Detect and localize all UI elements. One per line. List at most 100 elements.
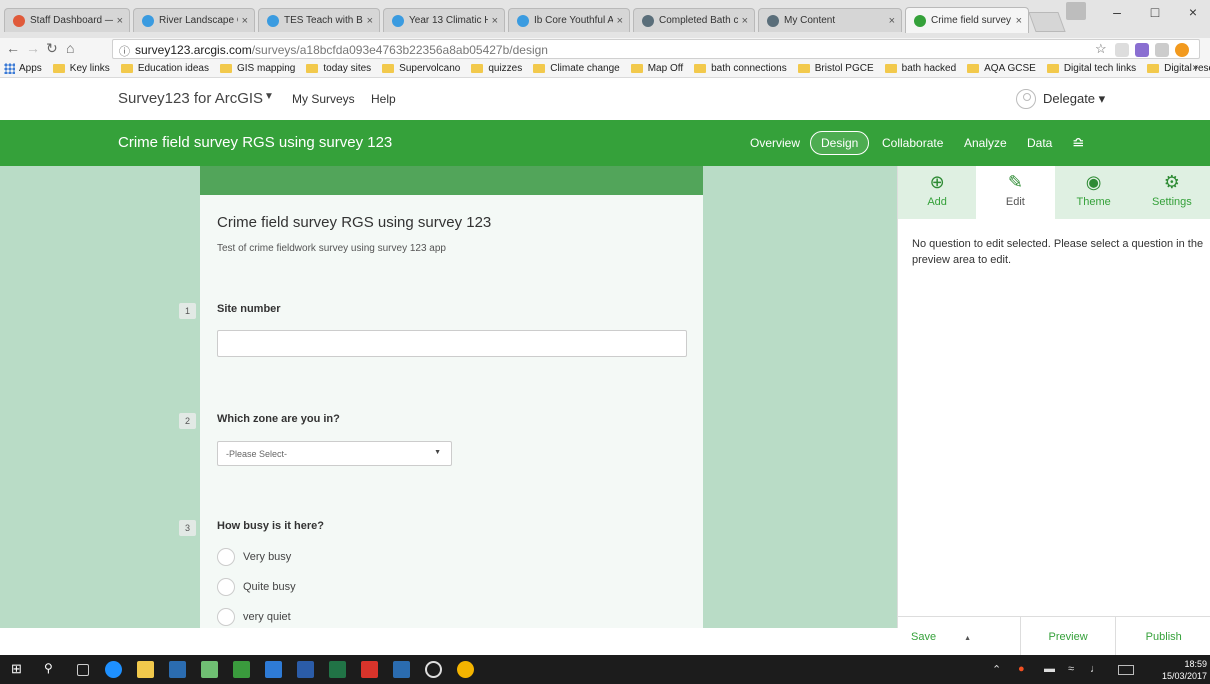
tab-close-icon[interactable]: × [492, 15, 498, 27]
browser-tab[interactable]: TES Teach with Ble × [258, 8, 380, 32]
media-player-icon[interactable] [425, 661, 442, 678]
form-title[interactable]: Crime field survey RGS using survey 123 [217, 214, 491, 231]
bookmark-folder[interactable]: Key links [52, 63, 110, 74]
wifi-icon[interactable]: ≈ [1068, 663, 1074, 675]
app-brand[interactable]: Survey123 for ArcGIS [118, 90, 263, 107]
radio-button[interactable] [217, 578, 235, 596]
excel-icon[interactable] [329, 661, 346, 678]
bookmark-folder[interactable]: AQA GCSE [967, 63, 1036, 74]
browser-tab[interactable]: Ib Core Youthful A × [508, 8, 630, 32]
bookmark-folder[interactable]: quizzes [471, 63, 522, 74]
tray-expand-icon[interactable]: ⌃ [992, 663, 1001, 676]
tab-close-icon[interactable]: × [742, 15, 748, 27]
extension-icon[interactable] [1115, 43, 1129, 57]
bookmark-folder[interactable]: Education ideas [120, 63, 209, 74]
tab-data[interactable]: Data [1027, 136, 1052, 150]
url-bar[interactable]: ⓘ survey123.arcgis.com/surveys/a18bcfda0… [112, 39, 1200, 59]
tab-collaborate[interactable]: Collaborate [882, 136, 943, 150]
bookmark-folder[interactable]: Climate change [533, 63, 620, 74]
browser-tab[interactable]: Staff Dashboard — × [4, 8, 130, 32]
bookmark-folder[interactable]: Supervolcano [382, 63, 460, 74]
question-label[interactable]: Site number [217, 303, 281, 315]
bookmark-folder[interactable]: Digital research [1147, 63, 1210, 74]
tab-close-icon[interactable]: × [117, 15, 123, 27]
question-label[interactable]: Which zone are you in? [217, 413, 340, 425]
tab-theme[interactable]: ◉ Theme [1054, 166, 1133, 219]
extension-icon[interactable] [1175, 43, 1189, 57]
publisher-icon[interactable] [233, 661, 250, 678]
tab-settings[interactable]: ⚙ Settings [1132, 166, 1210, 219]
tab-add[interactable]: ⊕ Add [898, 166, 977, 219]
browser-tab[interactable]: Completed Bath cri × [633, 8, 755, 32]
form-description[interactable]: Test of crime fieldwork survey using sur… [217, 243, 446, 254]
tab-close-icon[interactable]: × [617, 15, 623, 27]
tab-close-icon[interactable]: × [1016, 15, 1022, 27]
bookmark-folder[interactable]: Bristol PGCE [797, 63, 874, 74]
bookmark-folder[interactable]: bath connections [694, 63, 787, 74]
sims-app-icon[interactable] [393, 661, 410, 678]
save-button[interactable]: Save ▲ [898, 617, 1020, 658]
chrome-icon[interactable] [457, 661, 474, 678]
browser-profile-icon[interactable] [1066, 2, 1086, 20]
bookmark-star-icon[interactable]: ☆ [1095, 41, 1107, 57]
edge-browser-icon[interactable] [105, 661, 122, 678]
windows-start-icon[interactable]: ⊞ [11, 661, 28, 678]
brand-dropdown-icon[interactable]: ▼ [264, 91, 274, 102]
tab-close-icon[interactable]: × [242, 15, 248, 27]
maximize-icon[interactable]: □ [1138, 4, 1172, 20]
tab-edit[interactable]: ✎ Edit [976, 166, 1055, 219]
file-explorer-icon[interactable] [137, 661, 154, 678]
tray-app-icon[interactable]: ● [1018, 663, 1025, 675]
browser-tab[interactable]: My Content × [758, 8, 902, 32]
bookmark-folder[interactable]: Digital tech links [1046, 63, 1136, 74]
radio-option[interactable]: Quite busy [217, 578, 296, 596]
extension-icon[interactable] [1155, 43, 1169, 57]
radio-option[interactable]: Very busy [217, 548, 291, 566]
word-icon[interactable] [297, 661, 314, 678]
forward-arrow-icon[interactable]: → [26, 40, 40, 56]
back-arrow-icon[interactable]: ← [6, 40, 20, 56]
publish-button[interactable]: Publish [1115, 617, 1210, 658]
question-label[interactable]: How busy is it here? [217, 520, 324, 532]
new-tab-button[interactable] [1028, 12, 1066, 32]
battery-icon[interactable]: ▬ [1044, 663, 1055, 675]
home-icon[interactable]: ⌂ [66, 40, 74, 56]
reload-icon[interactable]: ↻ [46, 40, 58, 57]
app-icon[interactable] [201, 661, 218, 678]
browser-tab-active[interactable]: Crime field survey × [905, 7, 1029, 33]
tab-overview[interactable]: Overview [750, 136, 800, 150]
window-close-icon[interactable]: × [1176, 4, 1210, 20]
site-number-input[interactable] [217, 330, 687, 357]
bookmarks-overflow-icon[interactable]: » [1192, 62, 1198, 73]
zone-select[interactable]: -Please Select- ▼ [217, 441, 452, 466]
outlook-icon[interactable] [265, 661, 282, 678]
bookmark-folder[interactable]: GIS mapping [219, 63, 295, 74]
preview-button[interactable]: Preview [1019, 617, 1116, 658]
tab-analyze[interactable]: Analyze [964, 136, 1007, 150]
share-icon[interactable]: ⪮ [1072, 133, 1085, 151]
tab-close-icon[interactable]: × [367, 15, 373, 27]
minimize-icon[interactable]: – [1100, 4, 1134, 20]
volume-icon[interactable]: ♩ [1090, 663, 1101, 675]
site-info-icon[interactable]: ⓘ [119, 43, 130, 59]
bookmark-apps[interactable]: Apps [4, 63, 42, 74]
nav-help[interactable]: Help [371, 92, 396, 106]
bookmark-folder[interactable]: bath hacked [884, 63, 956, 74]
radio-option[interactable]: very quiet [217, 608, 291, 626]
tab-design[interactable]: Design [810, 131, 870, 155]
sims-app-icon[interactable] [169, 661, 186, 678]
chevron-up-icon[interactable]: ▲ [964, 635, 971, 642]
keyboard-icon[interactable] [1118, 665, 1134, 675]
extension-icon[interactable] [1135, 43, 1149, 57]
acrobat-icon[interactable] [361, 661, 378, 678]
radio-button[interactable] [217, 548, 235, 566]
task-view-icon[interactable] [77, 664, 89, 676]
tab-close-icon[interactable]: × [889, 15, 895, 27]
nav-my-surveys[interactable]: My Surveys [292, 92, 355, 106]
radio-button[interactable] [217, 608, 235, 626]
bookmark-folder[interactable]: today sites [306, 63, 371, 74]
browser-tab[interactable]: River Landscape Of × [133, 8, 255, 32]
bookmark-folder[interactable]: Map Off [630, 63, 683, 74]
search-icon[interactable]: ⚲ [44, 661, 61, 678]
user-menu[interactable]: Delegate ▾ [1016, 89, 1105, 109]
